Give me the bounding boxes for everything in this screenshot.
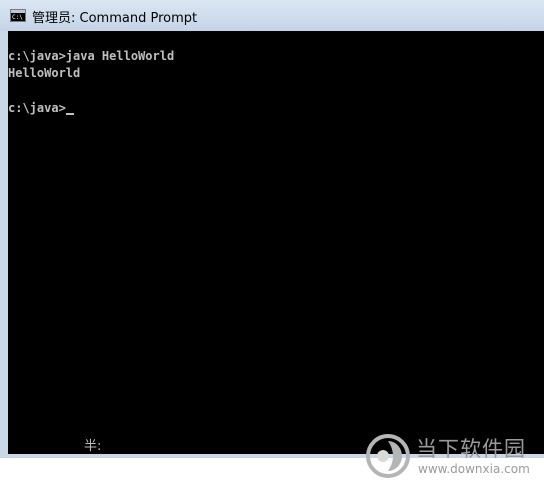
window-title: 管理员: Command Prompt (32, 11, 198, 26)
watermark-title: 当下软件园 (416, 437, 526, 461)
text-cursor (65, 113, 74, 115)
downxia-logo (366, 434, 410, 478)
console-line-prompt: c:\java> (8, 100, 74, 116)
prompt-text: c:\java> (8, 101, 66, 115)
cmd-icon-label: C:\ (12, 14, 23, 21)
console-output[interactable]: c:\java>java HelloWorld HelloWorld c:\ja… (8, 31, 544, 454)
title-bar[interactable]: C:\ 管理员: Command Prompt (0, 0, 544, 31)
watermark: 当下软件园 www.downxia.com (366, 432, 542, 478)
console-line-output: HelloWorld (8, 66, 81, 80)
command-prompt-window: C:\ 管理员: Command Prompt c:\java>java Hel… (0, 0, 544, 458)
ime-status: 半: (84, 439, 102, 454)
console-line-command: c:\java>java HelloWorld (8, 49, 175, 63)
watermark-url: www.downxia.com (418, 462, 530, 476)
cmd-icon[interactable]: C:\ (10, 9, 26, 22)
